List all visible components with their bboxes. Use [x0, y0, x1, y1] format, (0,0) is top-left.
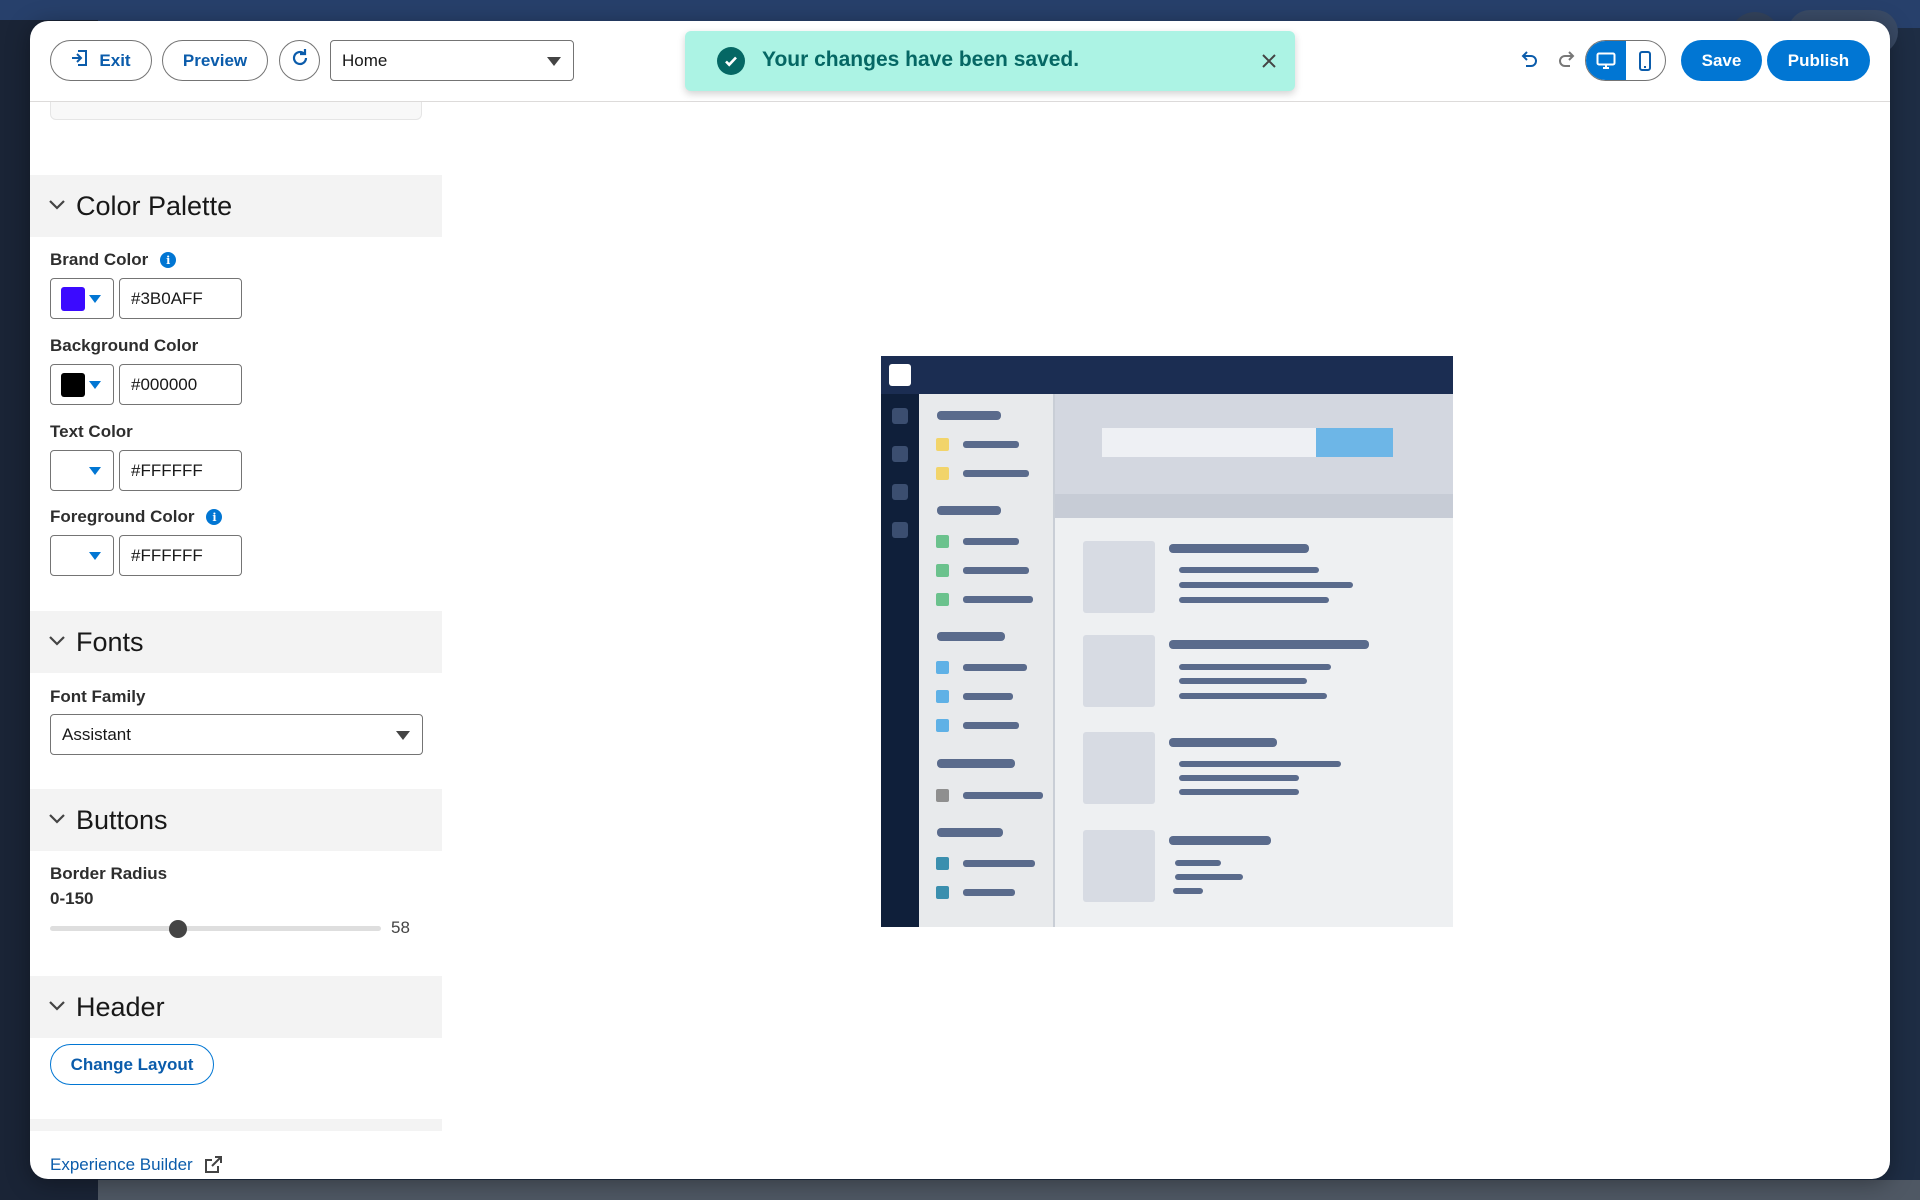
- exit-label: Exit: [99, 51, 130, 71]
- section-title: Color Palette: [76, 191, 232, 222]
- success-toast: Your changes have been saved.: [685, 31, 1295, 91]
- theme-settings-panel: Color Palette Brand Color i #3B0AFF Back…: [30, 102, 442, 1179]
- border-radius-slider[interactable]: [50, 926, 381, 931]
- exit-icon: [71, 49, 89, 72]
- section-title: Header: [76, 992, 165, 1023]
- foreground-color-label-text: Foreground Color: [50, 507, 194, 527]
- chevron-down-icon: [89, 381, 101, 389]
- foreground-color-picker[interactable]: [50, 535, 114, 576]
- backdrop-footer: [98, 1180, 1920, 1200]
- section-color-palette[interactable]: Color Palette: [30, 175, 442, 237]
- section-fonts[interactable]: Fonts: [30, 611, 442, 673]
- chevron-down-icon: [396, 731, 410, 740]
- external-link-icon: [203, 1155, 223, 1175]
- redo-icon: [1558, 51, 1578, 71]
- background-color-label-text: Background Color: [50, 336, 198, 356]
- brand-color-label-text: Brand Color: [50, 250, 148, 270]
- border-radius-range: 0-150: [50, 889, 93, 909]
- panel-divider: [30, 1119, 442, 1131]
- background-color-label: Background Color: [50, 336, 198, 356]
- chevron-down-icon: [89, 295, 101, 303]
- section-title: Buttons: [76, 805, 168, 836]
- foreground-color-input[interactable]: #FFFFFF: [119, 535, 242, 576]
- text-color-label: Text Color: [50, 422, 133, 442]
- info-icon[interactable]: i: [160, 252, 176, 268]
- font-family-select[interactable]: Assistant: [50, 714, 423, 755]
- mobile-icon: [1638, 51, 1652, 71]
- redo-button[interactable]: [1551, 44, 1585, 78]
- previous-section-box: [50, 102, 422, 120]
- change-layout-button[interactable]: Change Layout: [50, 1044, 214, 1085]
- info-icon[interactable]: i: [206, 509, 222, 525]
- device-toggle: [1585, 40, 1666, 81]
- close-icon[interactable]: [1259, 51, 1279, 71]
- experience-builder-link[interactable]: Experience Builder: [50, 1155, 223, 1175]
- chevron-down-icon: [48, 199, 66, 211]
- desktop-view-button[interactable]: [1586, 41, 1626, 80]
- save-button[interactable]: Save: [1681, 40, 1762, 81]
- border-radius-label: Border Radius: [50, 864, 167, 884]
- brand-color-input[interactable]: #3B0AFF: [119, 278, 242, 319]
- chevron-down-icon: [89, 552, 101, 560]
- mobile-view-button[interactable]: [1626, 41, 1666, 80]
- font-family-label: Font Family: [50, 687, 145, 707]
- brand-color-picker[interactable]: [50, 278, 114, 319]
- text-color-label-text: Text Color: [50, 422, 133, 442]
- theme-editor-modal: Exit Preview Home Sav: [30, 21, 1890, 1179]
- chevron-down-icon: [48, 635, 66, 647]
- preview-button[interactable]: Preview: [162, 40, 268, 81]
- save-label: Save: [1702, 51, 1742, 71]
- page-select[interactable]: Home: [330, 40, 574, 81]
- site-preview-illustration: [881, 356, 1453, 927]
- page-select-value: Home: [342, 51, 387, 71]
- foreground-color-swatch: [61, 544, 85, 568]
- text-color-swatch: [61, 459, 85, 483]
- toast-message: Your changes have been saved.: [762, 48, 1079, 72]
- success-check-icon: [717, 47, 745, 75]
- text-color-picker[interactable]: [50, 450, 114, 491]
- background-color-swatch: [61, 373, 85, 397]
- section-header[interactable]: Header: [30, 976, 442, 1038]
- section-title: Fonts: [76, 627, 144, 658]
- undo-button[interactable]: [1511, 44, 1545, 78]
- background-color-input[interactable]: #000000: [119, 364, 242, 405]
- foreground-color-label: Foreground Color i: [50, 507, 222, 527]
- brand-color-swatch: [61, 287, 85, 311]
- experience-builder-label: Experience Builder: [50, 1155, 193, 1175]
- border-radius-value: 58: [391, 918, 410, 938]
- refresh-button[interactable]: [279, 40, 320, 81]
- chevron-down-icon: [89, 467, 101, 475]
- background-color-picker[interactable]: [50, 364, 114, 405]
- chevron-down-icon: [48, 813, 66, 825]
- brand-color-label: Brand Color i: [50, 250, 176, 270]
- publish-button[interactable]: Publish: [1767, 40, 1870, 81]
- publish-label: Publish: [1788, 51, 1849, 71]
- preview-label: Preview: [183, 51, 247, 71]
- text-color-input[interactable]: #FFFFFF: [119, 450, 242, 491]
- chevron-down-icon: [547, 57, 561, 66]
- desktop-icon: [1596, 52, 1616, 70]
- exit-button[interactable]: Exit: [50, 40, 152, 81]
- refresh-icon: [290, 48, 310, 73]
- section-buttons[interactable]: Buttons: [30, 789, 442, 851]
- border-radius-slider-thumb[interactable]: [169, 920, 187, 938]
- font-family-value: Assistant: [62, 725, 131, 745]
- chevron-down-icon: [48, 1000, 66, 1012]
- undo-icon: [1518, 51, 1538, 71]
